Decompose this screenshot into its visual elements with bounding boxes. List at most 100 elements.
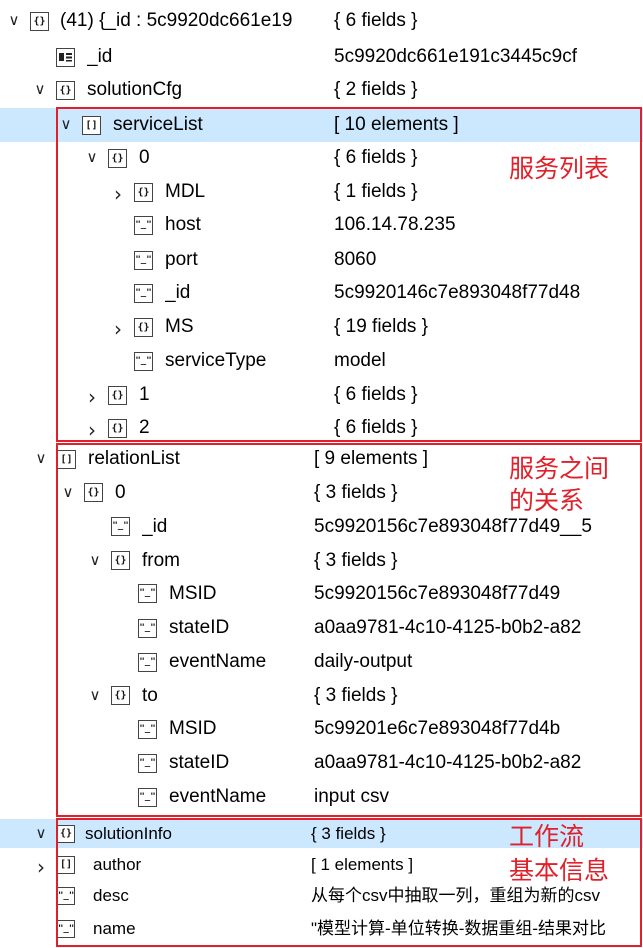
- field-key: (41) {_id : 5c9920dc661e19: [60, 10, 293, 31]
- string-field-icon: "_": [138, 788, 157, 807]
- string-field-icon: "_": [111, 517, 130, 536]
- object-icon: {}: [111, 551, 130, 570]
- tree-row-18-stateid[interactable]: "_" stateID a0aa9781-4c10-4125-b0b2-a82: [0, 611, 643, 645]
- field-key: 0: [115, 482, 126, 503]
- field-value: { 3 fields }: [314, 550, 398, 571]
- field-key: name: [93, 919, 136, 938]
- field-key: _id: [87, 46, 113, 67]
- tree-row-20-to[interactable]: ∨ {} to { 3 fields }: [0, 679, 643, 712]
- chevron-right-icon[interactable]: ›: [112, 319, 124, 339]
- tree-row-22-stateid[interactable]: "_" stateID a0aa9781-4c10-4125-b0b2-a82: [0, 746, 643, 780]
- field-value: 5c9920146c7e893048f77d48: [334, 282, 581, 303]
- field-value: 106.14.78.235: [334, 214, 456, 235]
- tree-row-27-name[interactable]: "_" name "模型计算-单位转换-数据重组-结果对比: [0, 913, 643, 944]
- tree-row-12-2[interactable]: › {} 2 { 6 fields }: [0, 411, 643, 445]
- chevron-down-icon[interactable]: ∨: [35, 451, 47, 466]
- object-icon: {}: [30, 12, 49, 31]
- chevron-right-icon[interactable]: ›: [86, 387, 98, 407]
- field-value: { 2 fields }: [334, 79, 418, 100]
- field-value: a0aa9781-4c10-4125-b0b2-a82: [314, 617, 582, 638]
- field-key: eventName: [169, 786, 267, 807]
- field-value: 5c9920156c7e893048f77d49: [314, 583, 561, 604]
- id-card-icon: [56, 48, 75, 67]
- field-key: solutionCfg: [87, 79, 183, 100]
- chevron-down-icon[interactable]: ∨: [62, 485, 74, 500]
- field-key: _id: [142, 516, 168, 537]
- field-value: 8060: [334, 249, 377, 270]
- tree-row-23-eventname[interactable]: "_" eventName input csv: [0, 780, 643, 814]
- string-field-icon: "_": [134, 216, 153, 235]
- chevron-right-icon[interactable]: ›: [35, 857, 47, 877]
- field-value: 5c99201e6c7e893048f77d4b: [314, 718, 561, 739]
- chevron-down-icon[interactable]: ∨: [60, 117, 72, 132]
- field-key: stateID: [169, 752, 230, 773]
- field-key: MS: [165, 316, 194, 337]
- array-icon: []: [57, 856, 75, 874]
- field-key: eventName: [169, 651, 267, 672]
- field-value: "模型计算-单位转换-数据重组-结果对比: [311, 919, 607, 938]
- tree-row-16-from[interactable]: ∨ {} from { 3 fields }: [0, 544, 643, 577]
- chevron-right-icon[interactable]: ›: [112, 184, 124, 204]
- field-value: daily-output: [314, 651, 413, 672]
- chevron-down-icon[interactable]: ∨: [8, 13, 20, 28]
- object-icon: {}: [134, 318, 153, 337]
- string-field-icon: "_": [138, 584, 157, 603]
- string-field-icon: "_": [138, 653, 157, 672]
- object-icon: {}: [57, 825, 75, 843]
- object-icon: {}: [134, 183, 153, 202]
- field-key: desc: [93, 886, 129, 905]
- field-value: 5c9920156c7e893048f77d49__5: [314, 516, 592, 537]
- field-key: MSID: [169, 718, 217, 739]
- tree-row-17-msid[interactable]: "_" MSID 5c9920156c7e893048f77d49: [0, 577, 643, 610]
- field-key: MSID: [169, 583, 217, 604]
- field-key: relationList: [88, 448, 180, 469]
- chevron-down-icon[interactable]: ∨: [35, 826, 47, 841]
- annotation-relation-line1: 服务之间: [509, 454, 610, 483]
- field-key: to: [142, 685, 158, 706]
- field-value: model: [334, 350, 386, 371]
- field-value: { 3 fields }: [311, 824, 386, 843]
- field-key: from: [142, 550, 180, 571]
- field-value: { 6 fields }: [334, 417, 418, 438]
- array-icon: []: [82, 116, 101, 135]
- object-icon: {}: [84, 483, 103, 502]
- object-icon: {}: [111, 686, 130, 705]
- tree-row-9-ms[interactable]: › {} MS { 19 fields }: [0, 310, 643, 344]
- tree-row-19-eventname[interactable]: "_" eventName daily-output: [0, 645, 643, 679]
- chevron-down-icon[interactable]: ∨: [86, 150, 98, 165]
- field-value: a0aa9781-4c10-4125-b0b2-a82: [314, 752, 582, 773]
- tree-row-21-msid[interactable]: "_" MSID 5c99201e6c7e893048f77d4b: [0, 712, 643, 746]
- string-field-icon: "_": [134, 251, 153, 270]
- field-key: author: [93, 855, 142, 874]
- field-key: 2: [139, 417, 150, 438]
- chevron-right-icon[interactable]: ›: [86, 420, 98, 440]
- field-value: { 3 fields }: [314, 685, 398, 706]
- annotation-relation-line2: 的关系: [509, 486, 585, 515]
- chevron-down-icon[interactable]: ∨: [89, 553, 101, 568]
- tree-row-10-servicetype[interactable]: "_" serviceType model: [0, 344, 643, 378]
- field-key: solutionInfo: [85, 824, 172, 843]
- string-field-icon: "_": [57, 920, 75, 938]
- chevron-down-icon[interactable]: ∨: [89, 688, 101, 703]
- tree-row-0-41-id-5c9920dc661e19[interactable]: ∨ {} (41) {_id : 5c9920dc661e19 { 6 fields …: [0, 4, 643, 38]
- field-key: serviceList: [113, 114, 203, 135]
- field-value: { 6 fields }: [334, 384, 418, 405]
- field-value: { 19 fields }: [334, 316, 429, 337]
- tree-row-2-solutioncfg[interactable]: ∨ {} solutionCfg { 2 fields }: [0, 73, 643, 107]
- field-key: port: [165, 249, 198, 270]
- object-icon: {}: [108, 386, 127, 405]
- tree-row-8-id[interactable]: "_" _id 5c9920146c7e893048f77d48: [0, 276, 643, 310]
- field-value: input csv: [314, 786, 389, 807]
- chevron-down-icon[interactable]: ∨: [34, 82, 46, 97]
- tree-row-1-id[interactable]: _id 5c9920dc661e191c3445c9cf: [0, 40, 643, 74]
- tree-row-11-1[interactable]: › {} 1 { 6 fields }: [0, 378, 643, 412]
- tree-row-3-servicelist[interactable]: ∨ [] serviceList [ 10 elements ]: [0, 108, 643, 142]
- tree-row-6-host[interactable]: "_" host 106.14.78.235: [0, 208, 643, 242]
- annotation-workflow-line1: 工作流: [509, 822, 585, 851]
- annotation-workflow-line2: 基本信息: [509, 856, 610, 885]
- field-key: host: [165, 214, 201, 235]
- string-field-icon: "_": [138, 720, 157, 739]
- field-value: { 6 fields }: [334, 10, 418, 31]
- tree-row-7-port[interactable]: "_" port 8060: [0, 243, 643, 277]
- string-field-icon: "_": [134, 284, 153, 303]
